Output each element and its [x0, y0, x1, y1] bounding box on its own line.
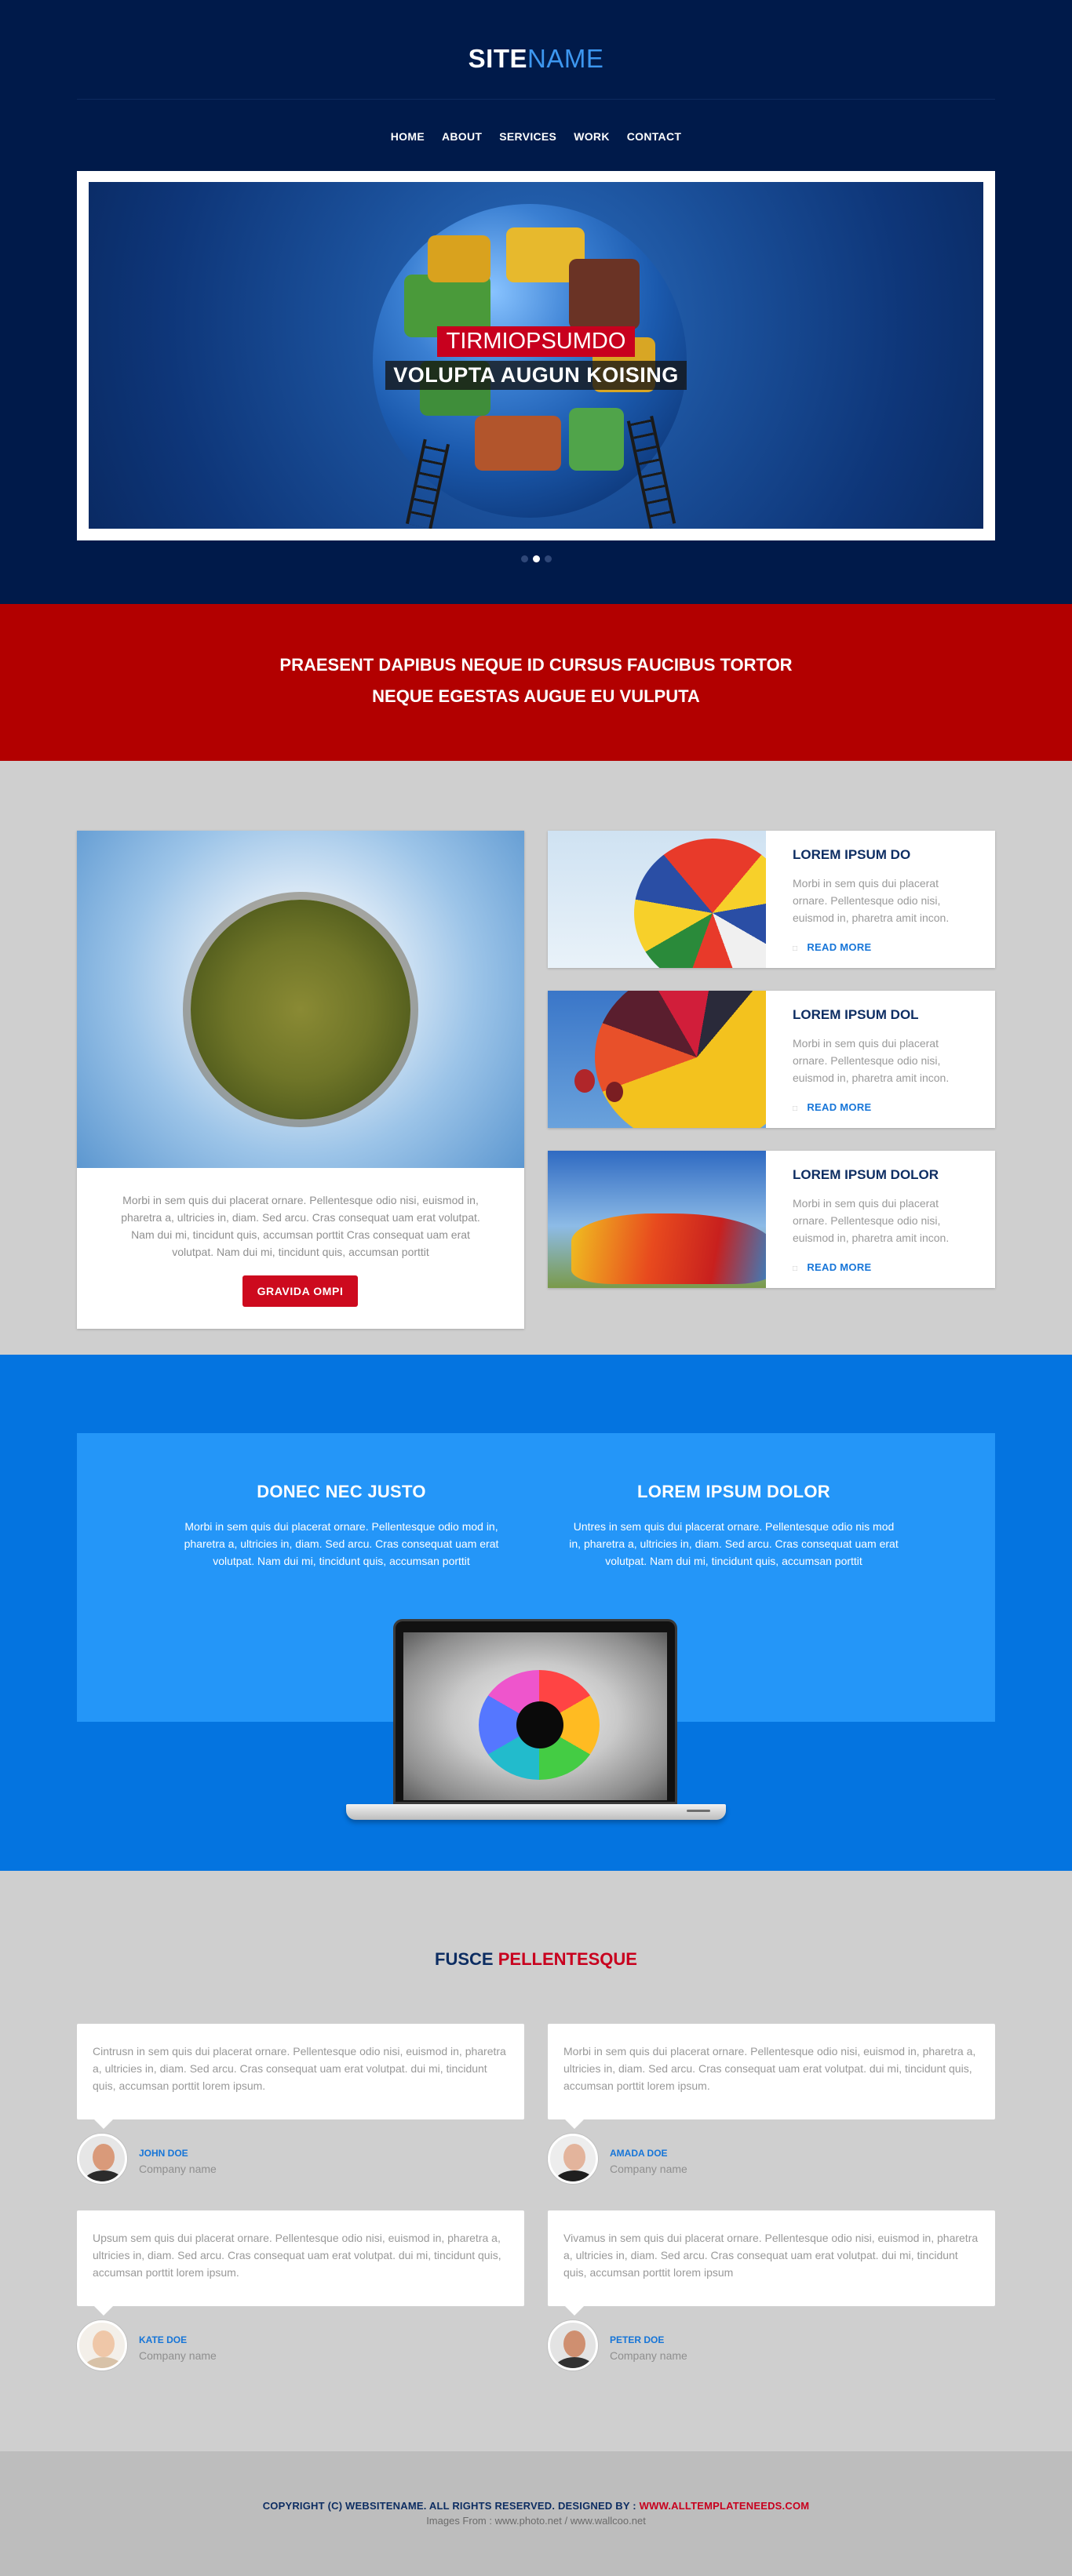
blue-column-1: DONEC NEC JUSTO Morbi in sem quis dui pl…	[165, 1482, 518, 1570]
testimonial-company-1: Company name	[139, 2163, 217, 2175]
card-3-text: Morbi in sem quis dui placerat ornare. P…	[793, 1197, 950, 1244]
testimonial-name-3: KATE DOE	[139, 2334, 188, 2345]
header-divider	[77, 99, 995, 100]
card-1-title: LOREM IPSUM DO	[793, 847, 911, 862]
testimonial-quote-1: Cintrusn in sem quis dui placerat ornare…	[77, 2024, 524, 2129]
slider-dot-2[interactable]	[532, 555, 540, 562]
banner-line-1: PRAESENT DAPIBUS NEQUE ID CURSUS FAUCIBU…	[279, 655, 793, 675]
nav-about[interactable]: ABOUT	[442, 130, 482, 143]
slider-frame: TIRMIOPSUMDO VOLUPTA AUGUN KOISING	[77, 171, 995, 540]
features-section: Morbi in sem quis dui placerat ornare. P…	[0, 761, 1072, 1355]
site-logo[interactable]: SITENAME	[0, 44, 1072, 74]
blue-section: DONEC NEC JUSTO Morbi in sem quis dui pl…	[0, 1355, 1072, 1871]
slider-caption-subtitle: VOLUPTA AUGUN KOISING	[89, 361, 983, 390]
card-3-title: LOREM IPSUM DOLOR	[793, 1167, 939, 1182]
balloon-image-2	[548, 991, 766, 1128]
feature-card-3: LOREM IPSUM DOLOR Morbi in sem quis dui …	[548, 1151, 995, 1288]
column-1-title: DONEC NEC JUSTO	[257, 1482, 426, 1501]
testimonial-name-1: JOHN DOE	[139, 2148, 188, 2159]
gravida-button[interactable]: GRAVIDA OMPI	[242, 1275, 358, 1307]
testimonials-title: FUSCE PELLENTESQUE	[435, 1949, 637, 1969]
bullet-icon: □	[793, 944, 798, 953]
testimonial-company-4: Company name	[610, 2349, 687, 2362]
feature-main-card: Morbi in sem quis dui placerat ornare. P…	[77, 831, 524, 1329]
card-2-read-more[interactable]: □ READ MORE	[793, 1101, 872, 1113]
nav-contact[interactable]: CONTACT	[627, 130, 682, 143]
testimonials-section: FUSCE PELLENTESQUE Cintrusn in sem quis …	[0, 1871, 1072, 2451]
testimonial-company-3: Company name	[139, 2349, 217, 2362]
main-nav: HOME ABOUT SERVICES WORK CONTACT	[0, 130, 1072, 143]
card-1-read-more[interactable]: □ READ MORE	[793, 941, 872, 953]
avatar-kate	[77, 2320, 127, 2370]
footer-copyright: COPYRIGHT (C) WEBSITENAME. ALL RIGHTS RE…	[262, 2500, 810, 2512]
blue-column-2: LOREM IPSUM DOLOR Untres in sem quis dui…	[557, 1482, 910, 1570]
card-2-text: Morbi in sem quis dui placerat ornare. P…	[793, 1037, 950, 1084]
slider-dot-1[interactable]	[520, 555, 528, 562]
bullet-icon: □	[793, 1104, 798, 1113]
nav-work[interactable]: WORK	[574, 130, 610, 143]
avatar-peter	[548, 2320, 598, 2370]
slider-caption-title: TIRMIOPSUMDO	[89, 326, 983, 357]
feature-card-2: LOREM IPSUM DOL Morbi in sem quis dui pl…	[548, 991, 995, 1128]
balloon-image-1	[548, 831, 766, 968]
card-3-read-more[interactable]: □ READ MORE	[793, 1261, 872, 1273]
avatar-amada	[548, 2134, 598, 2184]
logo-part1: SITE	[468, 44, 527, 73]
feature-card-1: LOREM IPSUM DO Morbi in sem quis dui pla…	[548, 831, 995, 968]
logo-part2: NAME	[527, 44, 604, 73]
balloon-image-3	[548, 1151, 766, 1288]
testimonial-quote-3: Upsum sem quis dui placerat ornare. Pell…	[77, 2210, 524, 2316]
testimonial-company-2: Company name	[610, 2163, 687, 2175]
banner-line-2: NEQUE EGESTAS AUGUE EU VULPUTA	[372, 686, 700, 706]
tiny-planet-image	[77, 831, 524, 1168]
header: SITENAME HOME ABOUT SERVICES WORK CONTAC…	[0, 0, 1072, 604]
testimonial-name-2: AMADA DOE	[610, 2148, 668, 2159]
column-1-text: Morbi in sem quis dui placerat ornare. P…	[184, 1520, 499, 1567]
card-2-title: LOREM IPSUM DOL	[793, 1007, 919, 1022]
laptop-image	[346, 1619, 726, 1823]
slider-pagination	[0, 555, 1072, 562]
card-1-text: Morbi in sem quis dui placerat ornare. P…	[793, 877, 950, 924]
designer-link[interactable]: WWW.ALLTEMPLATENEEDS.COM	[640, 2500, 810, 2512]
testimonial-quote-2: Morbi in sem quis dui placerat ornare. P…	[548, 2024, 995, 2129]
nav-home[interactable]: HOME	[391, 130, 425, 143]
avatar-john	[77, 2134, 127, 2184]
testimonial-quote-4: Vivamus in sem quis dui placerat ornare.…	[548, 2210, 995, 2316]
nav-services[interactable]: SERVICES	[499, 130, 556, 143]
column-2-title: LOREM IPSUM DOLOR	[637, 1482, 830, 1501]
column-2-text: Untres in sem quis dui placerat ornare. …	[569, 1520, 899, 1567]
feature-main-text: Morbi in sem quis dui placerat ornare. P…	[121, 1194, 480, 1258]
promo-banner: PRAESENT DAPIBUS NEQUE ID CURSUS FAUCIBU…	[0, 604, 1072, 761]
slider-dot-3[interactable]	[544, 555, 552, 562]
footer-image-credits: Images From : www.photo.net / www.wallco…	[426, 2515, 646, 2527]
testimonial-name-4: PETER DOE	[610, 2334, 665, 2345]
footer: COPYRIGHT (C) WEBSITENAME. ALL RIGHTS RE…	[0, 2451, 1072, 2576]
bullet-icon: □	[793, 1264, 798, 1273]
slider-image[interactable]: TIRMIOPSUMDO VOLUPTA AUGUN KOISING	[89, 182, 983, 529]
